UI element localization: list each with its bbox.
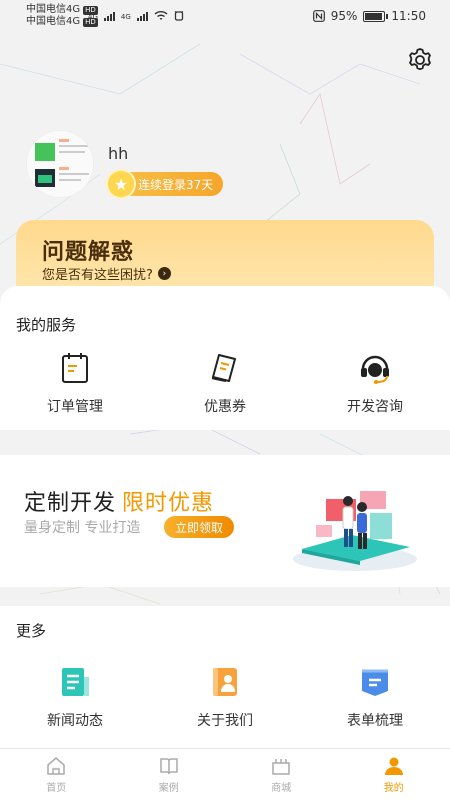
alarm-icon — [174, 10, 184, 21]
more-news[interactable]: 新闻动态 — [0, 664, 150, 730]
gear-icon — [409, 48, 431, 71]
tab-home[interactable]: 首页 — [0, 749, 113, 800]
signal-indicators: 4G 4G — [88, 10, 184, 21]
problem-subtitle: 您是否有这些困扰? › — [42, 264, 171, 283]
service-label: 开发咨询 — [347, 399, 403, 415]
tab-label: 案例 — [158, 783, 179, 794]
more-title: 更多 — [16, 622, 47, 640]
promo-title-highlight: 限时优惠 — [122, 491, 215, 516]
tab-label: 首页 — [46, 783, 67, 794]
tab-label: 商城 — [271, 783, 292, 794]
avatar[interactable] — [26, 130, 94, 198]
network-type-2: 4G — [120, 13, 131, 21]
services-title: 我的服务 — [16, 316, 77, 334]
services-grid: 订单管理 优惠券 开发咨询 — [0, 350, 450, 416]
problem-subtitle-text: 您是否有这些困扰? — [42, 268, 153, 283]
service-coupon[interactable]: 优惠券 — [150, 350, 300, 416]
service-order-management[interactable]: 订单管理 — [0, 350, 150, 416]
clock: 11:50 — [391, 9, 426, 23]
news-icon — [57, 664, 93, 700]
shop-icon — [270, 755, 292, 777]
more-about-us[interactable]: 关于我们 — [150, 664, 300, 730]
more-label: 新闻动态 — [47, 713, 103, 729]
login-streak-text: 连续登录37天 — [138, 177, 214, 192]
problem-title: 问题解惑 — [42, 240, 135, 265]
wifi-icon — [154, 11, 168, 20]
battery-fill — [365, 12, 382, 20]
tab-shop[interactable]: 商城 — [225, 749, 338, 800]
services-card: 我的服务 订单管理 优惠券 开发咨询 — [0, 286, 450, 430]
login-streak-badge: ★ 连续登录37天 — [106, 169, 223, 199]
tab-cases[interactable]: 案例 — [113, 749, 226, 800]
avatar-image — [27, 131, 93, 197]
more-label: 关于我们 — [197, 713, 253, 729]
service-dev-consult[interactable]: 开发咨询 — [300, 350, 450, 416]
promo-title: 定制开发 限时优惠 — [24, 485, 214, 517]
tab-label: 我的 — [383, 783, 404, 794]
nfc-icon — [312, 10, 325, 22]
status-bar: 中国电信4G HD 中国电信4G HD 4G 4G 95% 11:50 — [0, 0, 450, 34]
more-card: 更多 新闻动态 关于我们 表单梳理 — [0, 606, 450, 748]
headset-icon — [357, 350, 393, 386]
coupon-icon — [207, 350, 243, 386]
more-form-review[interactable]: 表单梳理 — [300, 664, 450, 730]
promo-banner[interactable]: 定制开发 限时优惠 量身定制 专业打造 立即领取 — [0, 455, 450, 587]
clipboard-icon — [57, 350, 93, 386]
carrier-info: 中国电信4G HD 中国电信4G HD — [26, 4, 98, 28]
carrier-2: 中国电信4G — [26, 16, 81, 27]
form-icon — [357, 664, 393, 700]
battery-percent: 95% — [330, 9, 358, 23]
more-grid: 新闻动态 关于我们 表单梳理 — [0, 664, 450, 730]
home-icon — [45, 755, 67, 777]
status-right: 95% 11:50 — [312, 9, 426, 23]
star-icon: ★ — [106, 169, 136, 199]
signal-icon-2 — [136, 12, 148, 21]
battery-icon — [363, 10, 389, 22]
settings-button[interactable] — [404, 44, 436, 76]
service-label: 优惠券 — [204, 399, 246, 415]
username: hh — [108, 144, 129, 163]
chevron-right-icon: › — [157, 267, 171, 280]
promo-title-main: 定制开发 — [24, 491, 117, 516]
book-icon — [158, 755, 180, 777]
tab-mine[interactable]: 我的 — [338, 749, 450, 800]
promo-illustration — [293, 491, 417, 571]
signal-icon — [103, 12, 115, 21]
promo-subtitle: 量身定制 专业打造 — [24, 520, 141, 536]
service-label: 订单管理 — [47, 399, 103, 415]
more-label: 表单梳理 — [347, 713, 403, 729]
claim-now-button[interactable]: 立即领取 — [164, 516, 234, 538]
network-type-1: 4G — [88, 13, 98, 21]
user-icon — [383, 755, 405, 777]
bottom-tab-bar: 首页 案例 商城 我的 — [0, 748, 450, 800]
carrier-1: 中国电信4G — [26, 4, 81, 15]
about-us-icon — [207, 664, 243, 700]
